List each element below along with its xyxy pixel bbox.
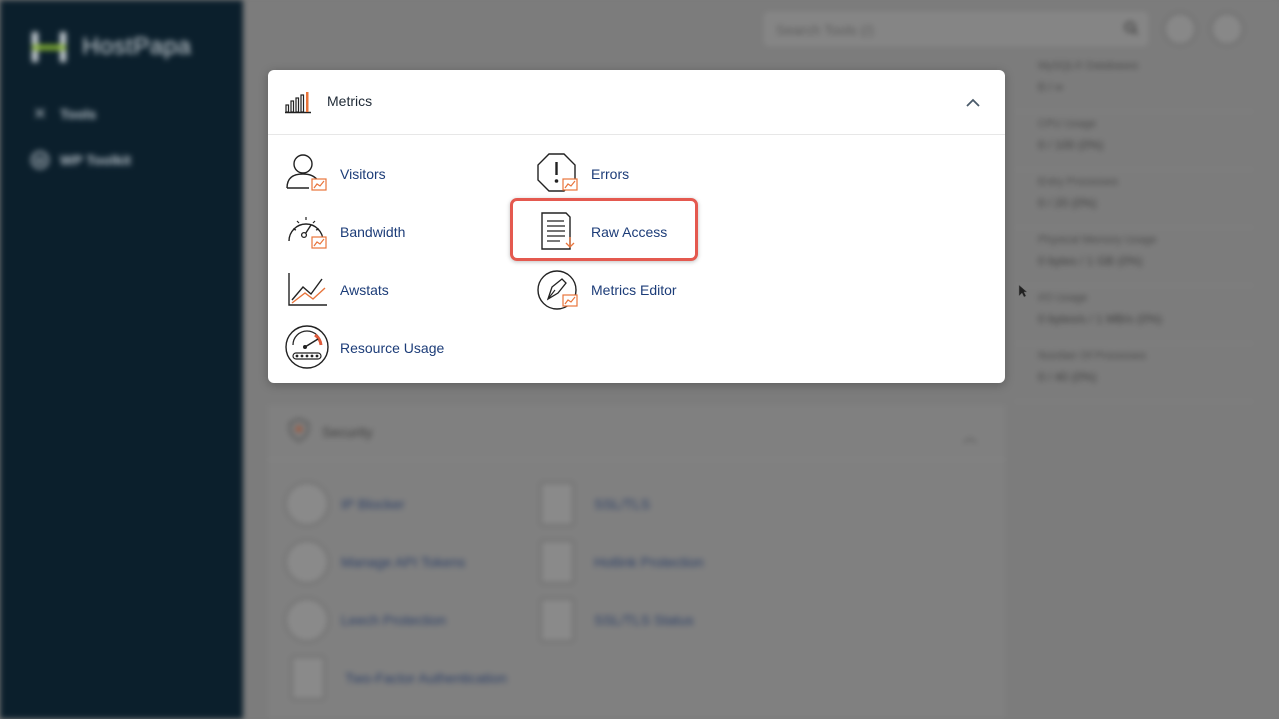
stat-value: 0 / 20 (0%) [1038,196,1097,210]
stat-row: MySQL® Databases 0 / ∞ [1015,54,1253,112]
awstats-icon [285,267,331,313]
tool-label: Raw Access [591,224,668,240]
tool-hotlink-protection[interactable]: Hotlink Protection [534,540,704,584]
sidebar: HostPapa ✕ Tools W WP Toolkit [0,0,243,719]
ip-blocker-icon [285,482,329,526]
security-header[interactable]: Security ︿ [268,405,1005,460]
statistics-panel: MySQL® Databases 0 / ∞ CPU Usage 0 / 100 (… [1015,54,1253,402]
tool-label: Two-Factor Authentication [345,670,507,686]
stat-row: Number Of Processes 0 / 40 (0%) [1015,344,1253,402]
stat-value: 0 bytes / 1 GB (0%) [1038,254,1143,268]
wordpress-icon: W [30,150,50,170]
tool-label: Hotlink Protection [594,554,704,570]
mouse-cursor-icon [1018,284,1028,298]
stat-row: Physical Memory Usage 0 bytes / 1 GB (0%) [1015,228,1253,286]
tool-label: Metrics Editor [591,282,677,298]
stat-value: 0 / 100 (0%) [1038,138,1104,152]
leech-protection-icon [285,598,329,642]
user-button[interactable] [1163,12,1197,46]
brand-name: HostPapa [82,33,192,60]
ssl-tls-icon [540,482,574,526]
stat-row: Entry Processes 0 / 20 (0%) [1015,170,1253,228]
tool-two-factor-auth[interactable]: Two-Factor Authentication [285,656,507,700]
two-factor-icon [291,656,325,700]
sidebar-item-label: Tools [60,106,97,122]
tool-label: Awstats [340,282,389,298]
resource-usage-icon [285,325,331,371]
tool-label: Resource Usage [340,340,445,356]
tool-label: Bandwidth [340,224,406,240]
bandwidth-icon [285,209,331,255]
stat-label: MySQL® Databases [1038,60,1139,72]
security-title: Security [322,424,373,440]
search-input[interactable] [766,14,1108,46]
stat-label: Number Of Processes [1038,350,1147,362]
tool-label: Errors [591,166,630,182]
stat-label: Entry Processes [1038,176,1119,188]
brand-logo: HostPapa [30,28,191,66]
account-button[interactable] [1210,12,1244,46]
metrics-title: Metrics [327,93,373,109]
visitors-icon [285,151,331,197]
hostpapa-logo-icon [30,28,68,66]
tool-ssl-tls[interactable]: SSL/TLS [534,482,650,526]
api-tokens-icon [285,540,329,584]
chevron-up-icon[interactable]: ︿ [963,427,977,447]
security-section: Security ︿ IP Blocker SSL/TLS Manage API… [268,405,1005,719]
metrics-section: Metrics Visitors Errors Bandwidth Raw Ac… [268,70,1005,383]
hotlink-icon [540,540,574,584]
raw-access-icon [536,209,582,255]
tool-ssl-tls-status[interactable]: SSL/TLS Status [534,598,694,642]
ssl-status-icon [540,598,574,642]
stat-label: Physical Memory Usage [1038,234,1157,246]
tool-label: SSL/TLS [594,496,651,512]
svg-text:W: W [35,156,45,167]
stat-label: CPU Usage [1038,118,1097,130]
sidebar-item-label: WP Toolkit [60,152,132,168]
errors-icon [536,151,582,197]
tool-leech-protection[interactable]: Leech Protection [285,598,446,642]
bar-chart-icon [284,90,312,114]
search-box[interactable] [765,13,1147,46]
metrics-header[interactable]: Metrics [268,70,1005,135]
chevron-up-icon[interactable] [962,94,984,112]
stat-row: I/O Usage 0 bytes/s / 1 MB/s (0%) [1015,286,1253,344]
search-icon[interactable] [1124,21,1138,35]
stat-label: I/O Usage [1038,292,1088,304]
tool-label: SSL/TLS Status [594,612,694,628]
stat-value: 0 / 40 (0%) [1038,370,1097,384]
tool-label: IP Blocker [341,496,405,512]
metrics-editor-icon [536,267,582,313]
stat-row: CPU Usage 0 / 100 (0%) [1015,112,1253,170]
stat-value: 0 bytes/s / 1 MB/s (0%) [1038,312,1163,326]
tool-label: Leech Protection [341,612,447,628]
tool-manage-api-tokens[interactable]: Manage API Tokens [285,540,465,584]
security-icon [288,417,310,447]
sidebar-item-tools[interactable]: ✕ Tools [30,104,96,124]
tool-label: Manage API Tokens [341,554,466,570]
sidebar-item-wp-toolkit[interactable]: W WP Toolkit [30,150,131,170]
tools-icon: ✕ [33,106,47,123]
tool-ip-blocker[interactable]: IP Blocker [285,482,405,526]
stat-value: 0 / ∞ [1038,80,1064,94]
tool-label: Visitors [340,166,386,182]
